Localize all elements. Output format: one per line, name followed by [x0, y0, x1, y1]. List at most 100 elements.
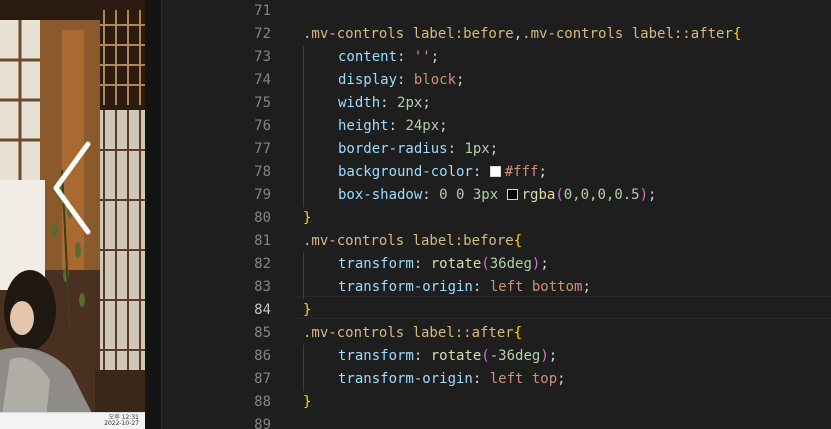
line-number: 88 [254, 394, 271, 410]
code-token: .mv-controls label::after [303, 325, 514, 341]
code-token: transform-origin [338, 371, 473, 387]
code-token: -36deg [489, 348, 541, 364]
code-token: left bottom [489, 279, 583, 295]
code-token: display [338, 72, 398, 88]
code-token: : [472, 279, 490, 295]
line-number: 86 [254, 348, 271, 364]
code-line[interactable]: 88} [0, 391, 831, 414]
line-number: 89 [254, 417, 271, 429]
code-token: ; [557, 371, 566, 387]
code-token: 24px [405, 118, 440, 134]
code-line[interactable]: 82 transform: rotate(36deg); [0, 253, 831, 276]
line-number: 87 [254, 371, 271, 387]
code-text: } [303, 299, 311, 322]
code-token: ; [439, 118, 448, 134]
code-text: } [303, 391, 311, 414]
code-token: ; [456, 72, 465, 88]
code-token: } [303, 302, 312, 318]
code-token: transform-origin [338, 279, 473, 295]
code-text: } [303, 207, 311, 230]
code-line[interactable]: 79 box-shadow: 0 0 3px rgba(0,0,0,0.5); [0, 184, 831, 207]
code-token: transform [338, 348, 414, 364]
code-token: border-radius [338, 141, 448, 157]
line-number: 74 [254, 72, 271, 88]
code-line[interactable]: 78 background-color: #fff; [0, 161, 831, 184]
code-token: ; [538, 164, 547, 180]
code-text: .mv-controls label:before{ [303, 230, 522, 253]
code-line[interactable]: 80} [0, 207, 831, 230]
screen: 오후 12:31 2022-10-27 71 72 .mv-controls lab… [0, 0, 831, 429]
code-token: rotate [430, 348, 482, 364]
line-number: 80 [254, 210, 271, 226]
code-token: { [732, 26, 742, 42]
code-token: 0 0 3px [439, 187, 507, 203]
code-token: #fff [504, 164, 539, 180]
code-text: transform-origin: left bottom; [338, 276, 591, 299]
code-line[interactable]: 85 .mv-controls label::after{ [0, 322, 831, 345]
code-line[interactable]: 77 border-radius: 1px; [0, 138, 831, 161]
line-number: 82 [254, 256, 271, 272]
code-token: : [397, 49, 414, 65]
code-token: content [338, 49, 398, 65]
code-token: , [513, 26, 523, 42]
code-line[interactable]: 87 transform-origin: left top; [0, 368, 831, 391]
code-text: transform-origin: left top; [338, 368, 566, 391]
code-token: box-shadow [338, 187, 423, 203]
code-token: .mv-controls label:before [303, 233, 514, 249]
line-number: 78 [254, 164, 271, 180]
color-swatch[interactable] [489, 166, 501, 177]
code-token: 36deg [489, 256, 532, 272]
color-swatch[interactable] [506, 189, 518, 200]
code-token: ; [422, 95, 431, 111]
code-text: .mv-controls label::after{ [303, 322, 522, 345]
code-token: : [472, 371, 490, 387]
code-line[interactable]: 72 .mv-controls label:before,.mv-controls… [0, 23, 831, 46]
code-text: .mv-controls label:before,.mv-controls l… [303, 23, 741, 46]
code-token: background-color [338, 164, 473, 180]
code-line[interactable]: 75 width: 2px; [0, 92, 831, 115]
code-token: { [513, 325, 523, 341]
code-token: ( [481, 348, 490, 364]
line-number: 72 [254, 26, 271, 42]
code-token: .mv-controls label:before [303, 26, 514, 42]
code-line[interactable]: 76 height: 24px; [0, 115, 831, 138]
code-token: left top [489, 371, 558, 387]
code-token: .mv-controls label::after [522, 26, 733, 42]
code-text: height: 24px; [338, 115, 448, 138]
code-token: : [413, 348, 431, 364]
code-token: 2px [397, 95, 423, 111]
code-token: 1px [464, 141, 490, 157]
code-token: : [380, 95, 398, 111]
line-number: 71 [254, 3, 271, 19]
code-token: ) [639, 187, 649, 203]
code-line[interactable]: 89 [0, 414, 831, 429]
code-token: ; [582, 279, 591, 295]
code-text: border-radius: 1px; [338, 138, 498, 161]
code-token: ; [648, 187, 657, 203]
code-token: ( [555, 187, 564, 203]
code-token: : [447, 141, 465, 157]
code-line[interactable]: 74 display: block; [0, 69, 831, 92]
code-token: : [422, 187, 440, 203]
line-number: 76 [254, 118, 271, 134]
code-token: : [388, 118, 406, 134]
code-line[interactable]: 71 [0, 0, 831, 23]
line-number: 73 [254, 49, 271, 65]
code-token: : [397, 72, 414, 88]
line-number: 77 [254, 141, 271, 157]
line-number: 81 [254, 233, 271, 249]
code-token: rgba [521, 187, 556, 203]
code-token: transform [338, 256, 414, 272]
code-token: rotate [430, 256, 482, 272]
line-number: 83 [254, 279, 271, 295]
code-token: ) [540, 348, 549, 364]
code-line[interactable]: 86 transform: rotate(-36deg); [0, 345, 831, 368]
code-line[interactable]: 73 content: ''; [0, 46, 831, 69]
code-text: transform: rotate(36deg); [338, 253, 549, 276]
line-number: 85 [254, 325, 271, 341]
code-line[interactable]: 81 .mv-controls label:before{ [0, 230, 831, 253]
code-token: width [338, 95, 381, 111]
code-line[interactable]: 83 transform-origin: left bottom; [0, 276, 831, 299]
code-token: '' [413, 49, 431, 65]
code-line[interactable]: 84} [0, 299, 831, 322]
